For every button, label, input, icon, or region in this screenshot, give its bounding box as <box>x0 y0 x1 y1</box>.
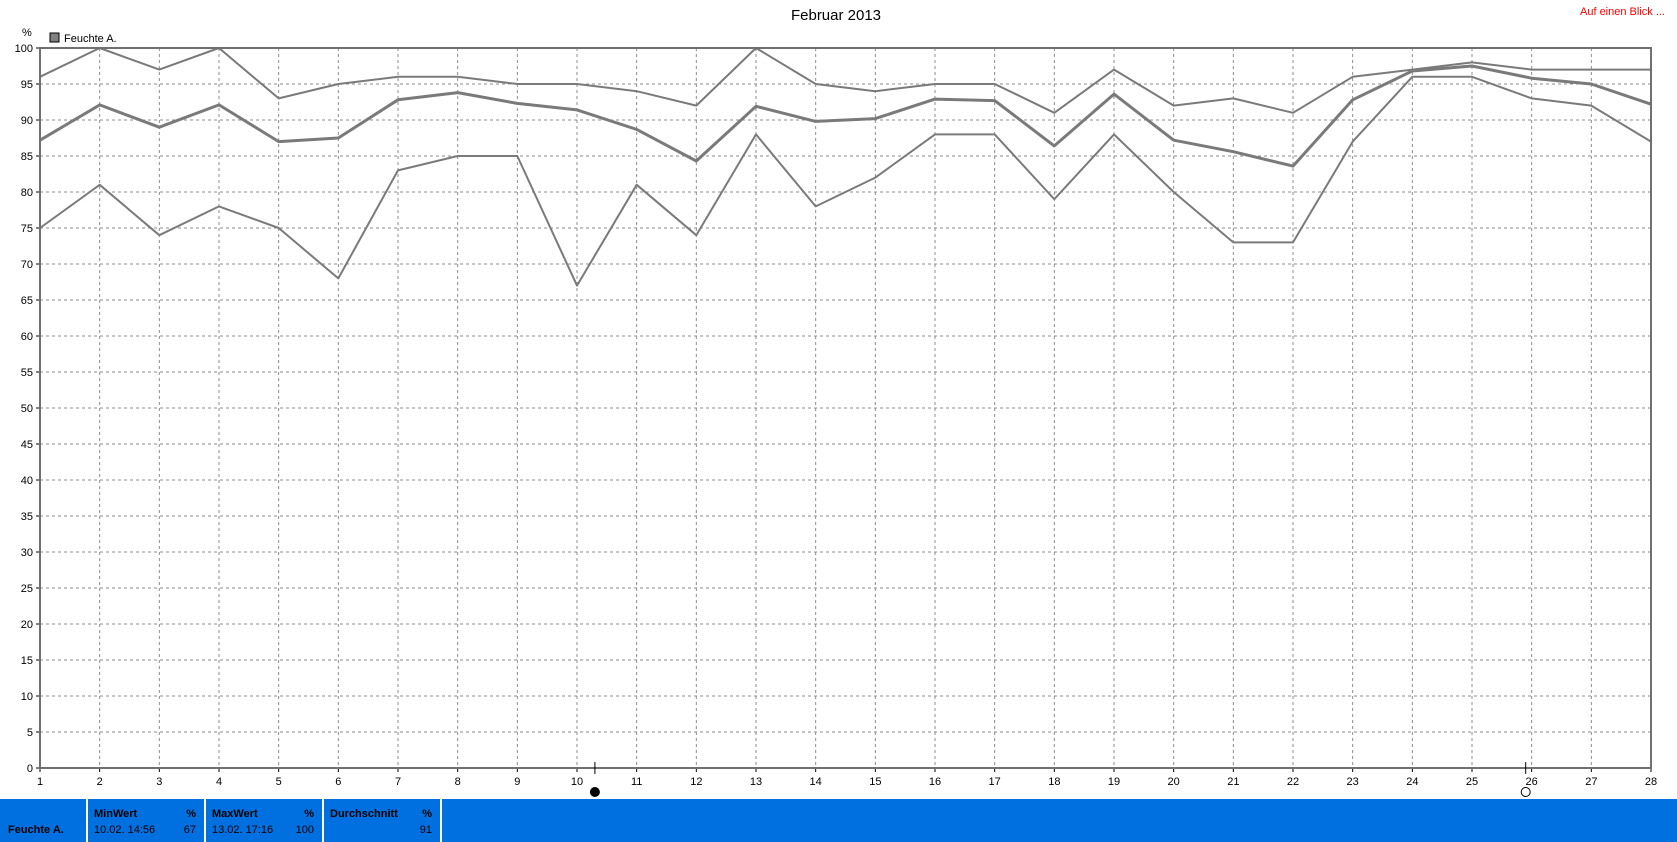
avg-unit: % <box>422 808 432 820</box>
y-tick-label: 25 <box>21 583 33 595</box>
y-tick-label: 50 <box>21 403 33 415</box>
min-unit: % <box>186 808 196 820</box>
x-tick-label: 6 <box>335 776 341 788</box>
x-tick-label: 11 <box>631 776 642 788</box>
x-tick-label: 21 <box>1227 776 1239 788</box>
chart-canvas: 0510152025303540455055606570758085909510… <box>15 7 1657 797</box>
x-tick-label: 20 <box>1168 776 1180 788</box>
legend-label: Feuchte A. <box>64 33 117 45</box>
y-tick-label: 35 <box>21 511 33 523</box>
x-tick-label: 17 <box>989 776 1001 788</box>
x-tick-label: 1 <box>37 776 43 788</box>
y-tick-label: 70 <box>21 259 33 271</box>
y-tick-label: 0 <box>27 763 33 775</box>
y-tick-label: 95 <box>21 79 33 91</box>
x-tick-label: 24 <box>1406 776 1418 788</box>
grid-layer <box>40 48 1651 768</box>
x-tick-label: 28 <box>1645 776 1657 788</box>
x-tick-label: 27 <box>1585 776 1597 788</box>
max-unit: % <box>304 808 314 820</box>
x-tick-label: 26 <box>1526 776 1538 788</box>
overview-link[interactable]: Auf einen Blick ... <box>1580 6 1665 18</box>
y-tick-label: 15 <box>21 655 33 667</box>
x-tick-label: 23 <box>1347 776 1359 788</box>
avg-header: Durchschnitt <box>330 808 398 820</box>
footer-avg-cell: Durchschnitt % 91 <box>324 799 442 842</box>
min-value: 67 <box>183 824 196 836</box>
x-tick-label: 12 <box>690 776 702 788</box>
y-tick-label: 65 <box>21 295 33 307</box>
min-header: MinWert <box>94 808 138 820</box>
x-tick-label: 4 <box>216 776 222 788</box>
min-date: 10.02. 14:56 <box>94 824 156 836</box>
y-tick-label: 90 <box>21 115 33 127</box>
y-tick-label: 20 <box>21 619 33 631</box>
x-tick-label: 18 <box>1048 776 1060 788</box>
x-tick-label: 5 <box>276 776 282 788</box>
y-tick-label: 55 <box>21 367 33 379</box>
x-tick-label: 9 <box>514 776 520 788</box>
footer-row-label: Feuchte A. <box>8 824 64 836</box>
x-tick-label: 16 <box>929 776 941 788</box>
y-tick-label: 45 <box>21 439 33 451</box>
chart-title: Februar 2013 <box>791 7 881 24</box>
max-header: MaxWert <box>212 808 258 820</box>
x-tick-label: 8 <box>455 776 461 788</box>
x-tick-label: 3 <box>156 776 162 788</box>
full-moon-icon <box>589 787 600 797</box>
y-tick-label: 30 <box>21 547 33 559</box>
y-tick-label: 5 <box>27 727 33 739</box>
x-tick-label: 19 <box>1108 776 1120 788</box>
y-tick-label: 60 <box>21 331 33 343</box>
footer-row-label-cell: Feuchte A. <box>0 799 88 842</box>
max-date: 13.02. 17:16 <box>212 824 274 836</box>
y-tick-label: 10 <box>21 691 33 703</box>
y-axis-unit: % <box>22 27 32 39</box>
y-tick-label: 75 <box>21 223 33 235</box>
x-tick-label: 22 <box>1287 776 1299 788</box>
y-tick-label: 80 <box>21 187 33 199</box>
x-tick-label: 2 <box>97 776 103 788</box>
legend-swatch <box>49 32 60 43</box>
avg-value: 91 <box>419 824 432 836</box>
x-tick-label: 14 <box>810 776 822 788</box>
footer-max-cell: MaxWert % 13.02. 17:16 100 <box>206 799 324 842</box>
y-tick-label: 85 <box>21 151 33 163</box>
x-tick-label: 15 <box>869 776 881 788</box>
x-tick-label: 25 <box>1466 776 1478 788</box>
x-tick-label: 7 <box>395 776 401 788</box>
y-tick-label: 100 <box>15 43 33 55</box>
x-tick-label: 13 <box>750 776 762 788</box>
series-line-min <box>39 75 1652 287</box>
x-tick-label: 10 <box>571 776 583 788</box>
stats-footer: Feuchte A. MinWert % 10.02. 14:56 67 Max… <box>0 799 1677 842</box>
new-moon-icon <box>1520 787 1531 797</box>
footer-min-cell: MinWert % 10.02. 14:56 67 <box>88 799 206 842</box>
max-value: 100 <box>295 824 314 836</box>
y-tick-label: 40 <box>21 475 33 487</box>
